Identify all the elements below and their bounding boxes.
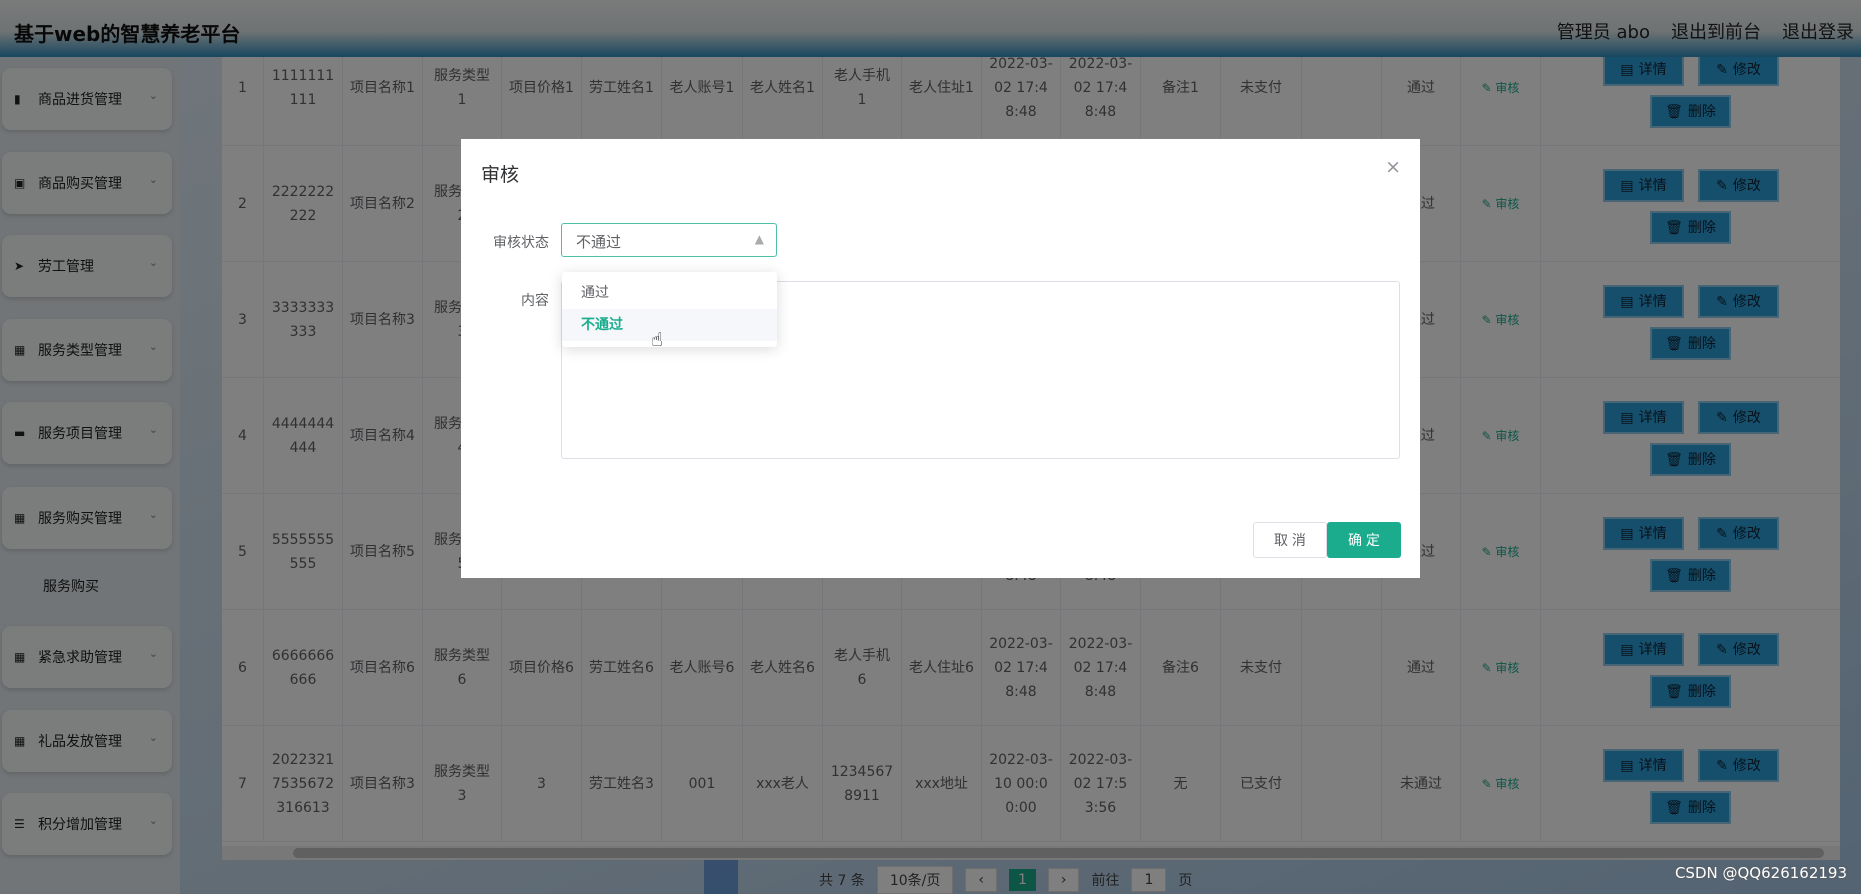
content-label: 内容 (521, 293, 549, 309)
status-select-value: 不通过 (576, 233, 622, 251)
dialog-title: 审核 (481, 164, 520, 186)
watermark: CSDN @QQ626162193 (1674, 864, 1847, 882)
cancel-button[interactable]: 取 消 (1253, 522, 1327, 558)
app: 基于web的智慧养老平台 管理员 abo 退出到前台 退出登录 ▮商品进货管理⌄… (0, 0, 1861, 894)
option-pass[interactable]: 通过 (562, 277, 777, 309)
status-dropdown: 通过 不通过 (562, 272, 777, 347)
chevron-up-icon: ▲ (754, 232, 764, 246)
close-icon[interactable]: × (1385, 156, 1401, 178)
confirm-button[interactable]: 确 定 (1327, 522, 1401, 558)
audit-dialog: 审核 × 审核状态 不通过 ▲ 内容 通过 不通过 ☝ 取 消 确 定 (461, 139, 1420, 578)
hand-cursor-icon: ☝ (651, 329, 663, 351)
status-select[interactable]: 不通过 ▲ (561, 223, 777, 257)
option-fail[interactable]: 不通过 (562, 309, 777, 341)
status-label: 审核状态 (493, 235, 549, 251)
